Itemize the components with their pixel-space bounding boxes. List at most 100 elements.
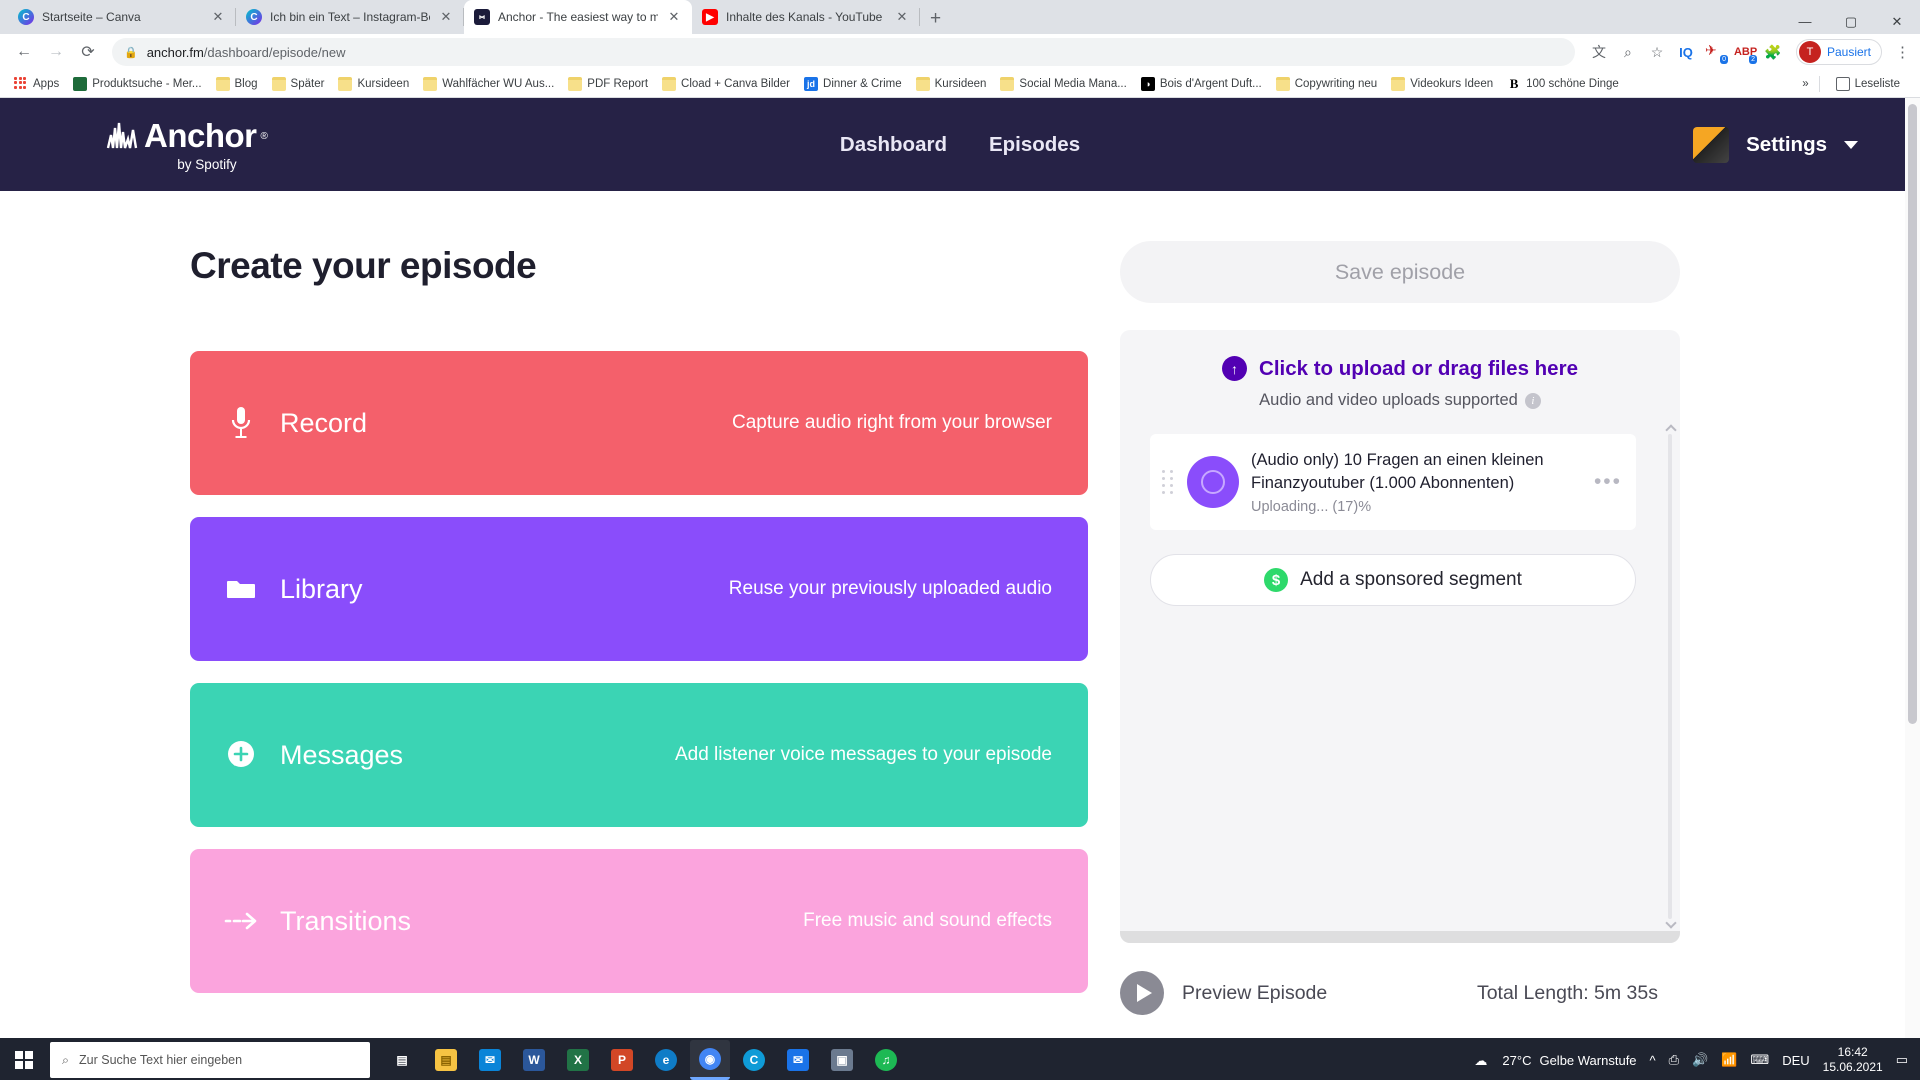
panel-horizontal-scrollbar[interactable] <box>1120 931 1680 943</box>
bookmark-label: Social Media Mana... <box>1019 77 1127 90</box>
play-icon[interactable] <box>1120 971 1164 1015</box>
bookmark-wahlfaecher[interactable]: Wahlfächer WU Aus... <box>417 74 560 94</box>
browser-tab-4[interactable]: ▶ Inhalte des Kanals - YouTube Stu ✕ <box>692 0 920 34</box>
create-option-cards: Record Capture audio right from your bro… <box>190 351 1100 993</box>
language-indicator[interactable]: DEU <box>1782 1053 1809 1068</box>
mail-extension-icon[interactable]: ✈ 0 <box>1705 42 1728 64</box>
back-icon[interactable]: ← <box>10 38 38 66</box>
chrome-icon[interactable]: ◉ <box>690 1040 730 1080</box>
mail2-icon[interactable]: ✉ <box>778 1040 818 1080</box>
scrollbar-thumb[interactable] <box>1908 104 1917 724</box>
settings-button[interactable]: Settings <box>1746 133 1827 157</box>
wifi-icon[interactable]: 📶 <box>1721 1052 1737 1068</box>
save-episode-button[interactable]: Save episode <box>1120 241 1680 303</box>
address-bar[interactable]: 🔒 anchor.fm/dashboard/episode/new <box>112 38 1575 66</box>
excel-icon[interactable]: X <box>558 1040 598 1080</box>
registered-mark: ® <box>260 130 268 142</box>
card-record[interactable]: Record Capture audio right from your bro… <box>190 351 1088 495</box>
taskbar-search-input[interactable]: ⌕ Zur Suche Text hier eingeben <box>50 1042 370 1078</box>
browser-tab-3-active[interactable]: ⑅ Anchor - The easiest way to mak ✕ <box>464 0 692 34</box>
bookmark-apps[interactable]: Apps <box>8 74 65 94</box>
keyboard-icon[interactable]: ⌨ <box>1750 1052 1769 1068</box>
bookmark-kursideen-2[interactable]: Kursideen <box>910 74 993 94</box>
maximize-button[interactable]: ▢ <box>1828 14 1874 30</box>
app-icon[interactable]: ▣ <box>822 1040 862 1080</box>
tray-expand-icon[interactable]: ^ <box>1650 1053 1656 1068</box>
preview-episode-label[interactable]: Preview Episode <box>1182 982 1327 1005</box>
volume-icon[interactable]: 🔊 <box>1692 1052 1708 1068</box>
powerpoint-icon[interactable]: P <box>602 1040 642 1080</box>
page-body: Create your episode Record Capture audio… <box>0 191 1920 1015</box>
user-avatar[interactable] <box>1693 126 1730 163</box>
iq-extension-icon[interactable]: IQ <box>1676 45 1696 60</box>
abp-extension-icon[interactable]: ABP 2 <box>1734 42 1757 64</box>
track-row[interactable]: (Audio only) 10 Fragen an einen kleinen … <box>1150 434 1636 530</box>
bookmarks-overflow-icon[interactable]: » <box>1802 78 1808 90</box>
forward-icon[interactable]: → <box>42 38 70 66</box>
card-title: Record <box>280 407 368 438</box>
bookmark-pdf-report[interactable]: PDF Report <box>562 74 654 94</box>
add-sponsored-segment-button[interactable]: $ Add a sponsored segment <box>1150 554 1636 606</box>
start-button[interactable] <box>0 1038 48 1080</box>
bookmark-bois-dargent[interactable]: ◑ Bois d'Argent Duft... <box>1135 74 1268 94</box>
card-library[interactable]: Library Reuse your previously uploaded a… <box>190 517 1088 661</box>
new-tab-button[interactable]: + <box>930 8 941 30</box>
minimize-button[interactable]: — <box>1782 14 1828 30</box>
nav-dashboard[interactable]: Dashboard <box>840 133 947 157</box>
card-title: Messages <box>280 739 404 770</box>
close-tab-icon[interactable]: ✕ <box>666 9 682 25</box>
camera-icon[interactable]: ⎙ <box>1669 1052 1679 1068</box>
folder-icon <box>215 76 230 91</box>
nav-episodes[interactable]: Episodes <box>989 133 1080 157</box>
close-tab-icon[interactable]: ✕ <box>438 9 454 25</box>
profile-pill[interactable]: T Pausiert <box>1795 39 1882 65</box>
page-scrollbar[interactable] <box>1905 98 1920 1038</box>
card-messages[interactable]: Messages Add listener voice messages to … <box>190 683 1088 827</box>
reload-icon[interactable]: ⟳ <box>74 38 102 66</box>
task-view-icon[interactable]: ▤ <box>382 1040 422 1080</box>
bookmark-label: Kursideen <box>357 77 410 90</box>
card-transitions[interactable]: Transitions Free music and sound effects <box>190 849 1088 993</box>
track-scrollbar[interactable] <box>1668 434 1672 919</box>
bookmark-kursideen-1[interactable]: Kursideen <box>332 74 415 94</box>
bookmark-100-schoene-dinge[interactable]: B 100 schöne Dinge <box>1501 74 1625 94</box>
track-more-icon[interactable]: ••• <box>1594 470 1622 494</box>
file-explorer-icon[interactable]: ▤ <box>426 1040 466 1080</box>
bookmark-dinner-crime[interactable]: jd Dinner & Crime <box>798 74 908 94</box>
mail-icon[interactable]: ✉ <box>470 1040 510 1080</box>
close-window-button[interactable]: ✕ <box>1874 14 1920 30</box>
drag-handle-icon[interactable] <box>1156 470 1179 494</box>
word-icon[interactable]: W <box>514 1040 554 1080</box>
reading-list-button[interactable]: Leseliste <box>1830 74 1906 94</box>
upload-cta[interactable]: ↑ Click to upload or drag files here <box>1120 356 1680 381</box>
anchor-logo[interactable]: Anchor ® by Spotify <box>106 117 268 172</box>
edge-legacy-icon[interactable]: e <box>646 1040 686 1080</box>
edge-icon[interactable]: C <box>734 1040 774 1080</box>
notifications-icon[interactable]: ▭ <box>1896 1052 1908 1068</box>
browser-tab-1[interactable]: C Startseite – Canva ✕ <box>8 0 236 34</box>
translate-icon[interactable]: 文 <box>1589 42 1609 62</box>
bookmark-copywriting[interactable]: Copywriting neu <box>1270 74 1383 94</box>
close-tab-icon[interactable]: ✕ <box>210 9 226 25</box>
bookmark-spaeter[interactable]: Später <box>266 74 331 94</box>
spotify-icon[interactable]: ♫ <box>866 1040 906 1080</box>
chrome-menu-icon[interactable]: ⋮ <box>1895 43 1910 61</box>
upload-panel[interactable]: ↑ Click to upload or drag files here Aud… <box>1120 330 1680 943</box>
chevron-down-icon[interactable] <box>1844 140 1858 149</box>
by-spotify-label: by Spotify <box>177 157 237 172</box>
bookmark-star-icon[interactable]: ☆ <box>1647 44 1667 61</box>
system-tray: ☁ 27°C Gelbe Warnstufe ^ ⎙ 🔊 📶 ⌨ DEU 16:… <box>1474 1045 1920 1075</box>
bookmark-cload-canva[interactable]: Cload + Canva Bilder <box>656 74 796 94</box>
window-controls: — ▢ ✕ <box>1782 14 1920 30</box>
puzzle-extensions-icon[interactable]: 🧩 <box>1763 44 1783 61</box>
weather-widget[interactable]: ☁ 27°C Gelbe Warnstufe <box>1474 1053 1636 1069</box>
bookmark-produktsuche[interactable]: Produktsuche - Mer... <box>67 74 207 94</box>
bookmark-social-media[interactable]: Social Media Mana... <box>994 74 1132 94</box>
zoom-icon[interactable]: ⌕ <box>1618 44 1638 61</box>
browser-tab-2[interactable]: C Ich bin ein Text – Instagram-Beitr ✕ <box>236 0 464 34</box>
close-tab-icon[interactable]: ✕ <box>894 9 910 25</box>
info-icon[interactable]: i <box>1524 392 1541 409</box>
bookmark-videokurs[interactable]: Videokurs Ideen <box>1385 74 1499 94</box>
bookmark-blog[interactable]: Blog <box>210 74 264 94</box>
clock[interactable]: 16:42 15.06.2021 <box>1823 1045 1883 1075</box>
